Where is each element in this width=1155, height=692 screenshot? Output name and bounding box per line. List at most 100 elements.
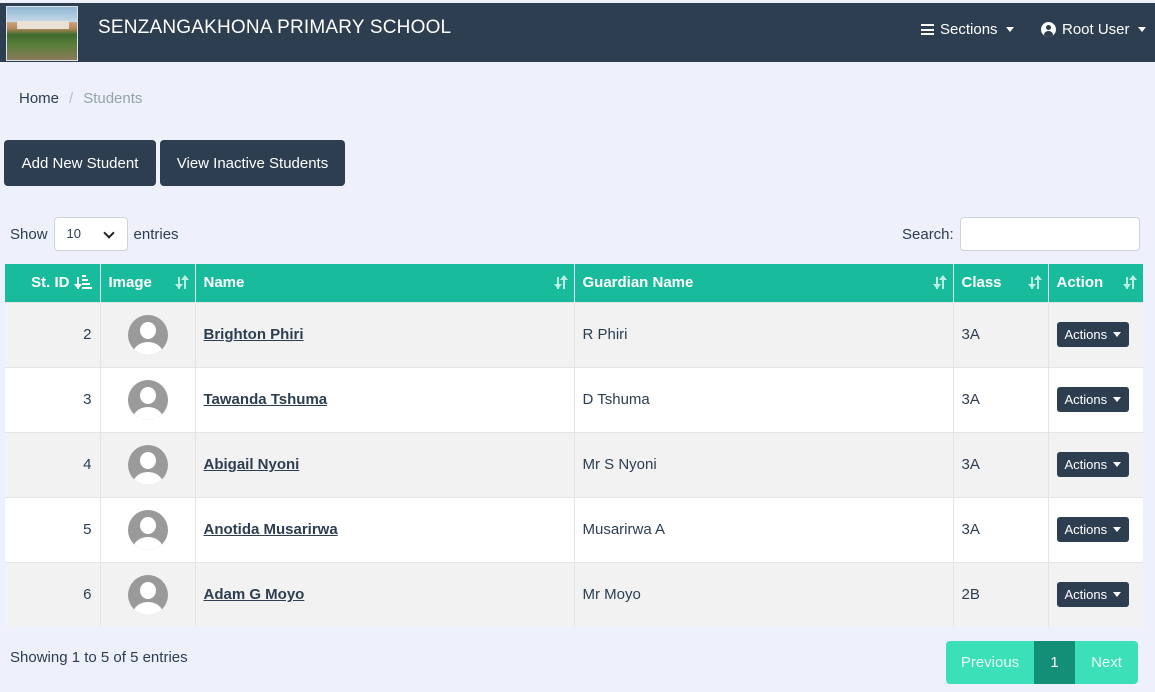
column-header-guardian-name[interactable]: Guardian Name	[574, 264, 954, 302]
user-circle-icon	[1041, 22, 1056, 37]
image-cell	[100, 561, 196, 627]
table-header-row: St. ID Image Name Guardian Name Class Ac…	[5, 264, 1143, 302]
actions-dropdown-button[interactable]: Actions	[1056, 582, 1130, 608]
sort-asc-icon	[73, 275, 92, 289]
caret-down-icon	[1137, 27, 1146, 32]
student-name-link[interactable]: Abigail Nyoni	[204, 456, 300, 473]
user-label: Root User	[1062, 21, 1130, 38]
bars-icon	[921, 24, 934, 35]
name-cell: Tawanda Tshuma	[195, 366, 575, 432]
action-cell: Actions	[1048, 301, 1143, 367]
name-cell: Anotida Musarirwa	[195, 496, 575, 562]
caret-down-icon	[1113, 592, 1122, 598]
name-cell: Adam G Moyo	[195, 561, 575, 627]
user-menu[interactable]: Root User	[1041, 21, 1146, 38]
previous-page-button[interactable]: Previous	[946, 641, 1034, 684]
student-id: 3	[5, 366, 101, 432]
chevron-down-icon	[102, 227, 115, 239]
view-inactive-students-button[interactable]: View Inactive Students	[160, 140, 345, 186]
caret-down-icon	[1113, 462, 1122, 467]
breadcrumb: Home / Students	[19, 90, 142, 107]
avatar-placeholder-icon[interactable]	[127, 314, 168, 355]
search-label: Search:	[902, 225, 954, 243]
table-row: 3 Tawanda Tshuma D Tshuma 3A Actions	[5, 366, 1143, 432]
top-navbar: SENZANGAKHONA PRIMARY SCHOOL Sections Ro…	[0, 0, 1155, 62]
next-page-button[interactable]: Next	[1075, 641, 1138, 684]
action-cell: Actions	[1048, 366, 1143, 432]
sort-icon	[932, 275, 947, 289]
action-cell: Actions	[1048, 431, 1143, 497]
class-cell: 2B	[953, 561, 1049, 627]
page-length-select[interactable]: 10	[53, 217, 128, 251]
breadcrumb-current: Students	[83, 90, 143, 107]
guardian-name: Mr Moyo	[574, 561, 954, 627]
sort-icon	[1027, 275, 1042, 289]
table-row: 2 Brighton Phiri R Phiri 3A Actions	[5, 301, 1143, 367]
avatar-placeholder-icon[interactable]	[127, 444, 168, 485]
entries-label: entries	[133, 225, 179, 243]
action-cell: Actions	[1048, 561, 1143, 627]
page-length-value: 10	[66, 226, 81, 241]
column-header-st-id[interactable]: St. ID	[5, 264, 101, 302]
column-header-action[interactable]: Action	[1048, 264, 1143, 302]
image-cell	[100, 366, 196, 432]
name-cell: Brighton Phiri	[195, 301, 575, 367]
school-name[interactable]: SENZANGAKHONA PRIMARY SCHOOL	[98, 17, 451, 39]
class-cell: 3A	[953, 496, 1049, 562]
actions-dropdown-button[interactable]: Actions	[1056, 452, 1130, 477]
breadcrumb-home[interactable]: Home	[19, 90, 59, 107]
image-cell	[100, 431, 196, 497]
guardian-name: R Phiri	[574, 301, 954, 367]
table-row: 5 Anotida Musarirwa Musarirwa A 3A Actio…	[5, 496, 1143, 562]
sort-icon	[1123, 275, 1137, 289]
page-1-button[interactable]: 1	[1034, 641, 1075, 684]
breadcrumb-separator: /	[69, 90, 74, 107]
student-id: 6	[5, 561, 101, 627]
caret-down-icon	[1113, 332, 1122, 337]
column-header-class[interactable]: Class	[953, 264, 1049, 302]
add-new-student-button[interactable]: Add New Student	[4, 140, 156, 186]
column-header-name[interactable]: Name	[195, 264, 575, 302]
column-header-image[interactable]: Image	[100, 264, 196, 302]
image-cell	[100, 301, 196, 367]
student-name-link[interactable]: Anotida Musarirwa	[204, 521, 338, 538]
caret-down-icon	[1005, 27, 1014, 32]
student-id: 5	[5, 496, 101, 562]
school-logo-image[interactable]	[6, 6, 78, 61]
image-cell	[100, 496, 196, 562]
table-row: 4 Abigail Nyoni Mr S Nyoni 3A Actions	[5, 431, 1143, 497]
name-cell: Abigail Nyoni	[195, 431, 575, 497]
actions-dropdown-button[interactable]: Actions	[1056, 322, 1130, 347]
sections-menu[interactable]: Sections	[921, 21, 1014, 38]
sort-icon	[174, 275, 189, 289]
student-name-link[interactable]: Brighton Phiri	[204, 326, 304, 343]
caret-down-icon	[1113, 397, 1122, 402]
actions-dropdown-button[interactable]: Actions	[1056, 517, 1130, 542]
caret-down-icon	[1113, 527, 1122, 532]
search-input[interactable]	[959, 217, 1140, 251]
class-cell: 3A	[953, 366, 1049, 432]
student-name-link[interactable]: Adam G Moyo	[204, 586, 305, 603]
actions-dropdown-button[interactable]: Actions	[1056, 387, 1130, 412]
class-cell: 3A	[953, 301, 1049, 367]
guardian-name: Musarirwa A	[574, 496, 954, 562]
table-info: Showing 1 to 5 of 5 entries	[10, 649, 188, 666]
table-row: 6 Adam G Moyo Mr Moyo 2B Actions	[5, 561, 1143, 627]
student-id: 4	[5, 431, 101, 497]
guardian-name: Mr S Nyoni	[574, 431, 954, 497]
show-label: Show	[10, 225, 48, 243]
guardian-name: D Tshuma	[574, 366, 954, 432]
avatar-placeholder-icon[interactable]	[127, 509, 168, 550]
student-name-link[interactable]: Tawanda Tshuma	[204, 391, 328, 408]
avatar-placeholder-icon[interactable]	[127, 379, 168, 420]
student-id: 2	[5, 301, 101, 367]
sort-icon	[553, 275, 568, 289]
class-cell: 3A	[953, 431, 1049, 497]
avatar-placeholder-icon[interactable]	[127, 574, 168, 615]
pagination: Previous 1 Next	[946, 641, 1138, 684]
action-cell: Actions	[1048, 496, 1143, 562]
table-search: Search:	[902, 217, 1140, 251]
page-length-control: Show 10 entries	[10, 217, 179, 251]
sections-label: Sections	[940, 21, 998, 38]
students-table: St. ID Image Name Guardian Name Class Ac…	[5, 264, 1143, 627]
